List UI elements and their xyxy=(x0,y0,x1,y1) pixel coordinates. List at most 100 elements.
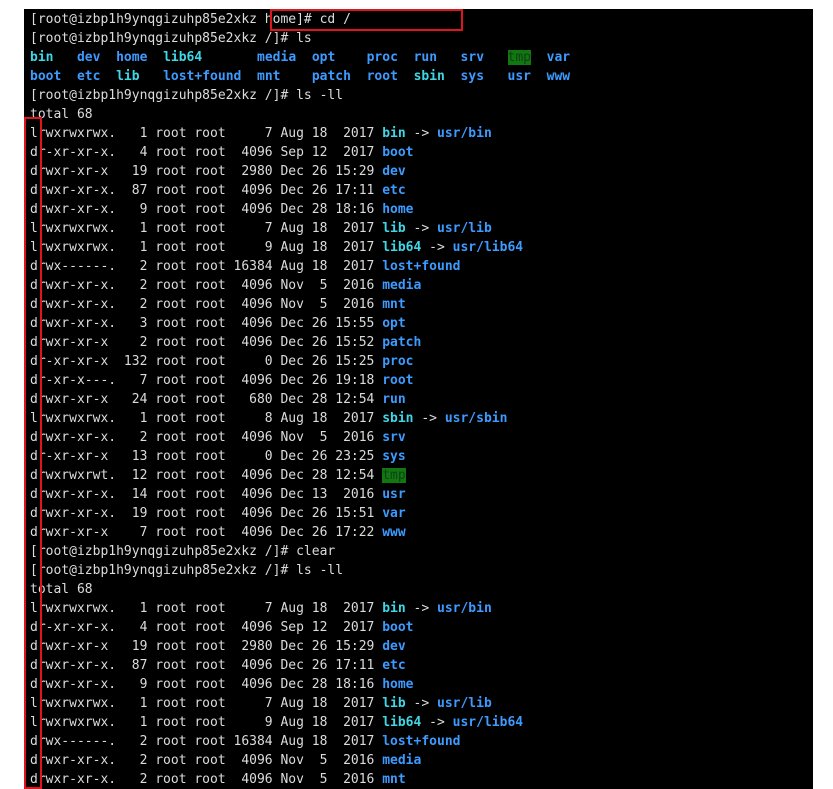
line-text xyxy=(531,69,547,84)
symlink-name: lib64 xyxy=(382,240,422,255)
line-text: drwxr-xr-x. 9 root root 4096 Dec 28 18:1… xyxy=(30,202,383,217)
terminal-line: total 68 xyxy=(30,580,570,599)
directory-name: usr xyxy=(507,69,531,84)
line-text: -> xyxy=(421,715,453,730)
annotation-box-prompt xyxy=(270,9,463,31)
terminal-line: drwxr-xr-x. 19 root root 4096 Dec 26 15:… xyxy=(30,504,570,523)
symlink-name: lib xyxy=(116,69,140,84)
line-text: drwxr-xr-x. 2 root root 4096 Nov 5 2016 xyxy=(30,297,383,312)
terminal-line: dr-xr-x---. 7 root root 4096 Dec 26 19:1… xyxy=(30,371,570,390)
line-text: dr-xr-xr-x. 4 root root 4096 Sep 12 2017 xyxy=(30,620,383,635)
terminal-line: drwxr-xr-x. 2 root root 4096 Nov 5 2016 … xyxy=(30,428,570,447)
line-text: -> xyxy=(405,696,437,711)
terminal-line: drwxr-xr-x. 3 root root 4096 Dec 26 15:5… xyxy=(30,314,570,333)
directory-name: usr/lib xyxy=(437,221,492,236)
line-text: lrwxrwxrwx. 1 root root 7 Aug 18 2017 xyxy=(30,126,383,141)
directory-name: run xyxy=(382,392,406,407)
terminal-line: drwxr-xr-x. 87 root root 4096 Dec 26 17:… xyxy=(30,181,570,200)
terminal-line: dr-xr-xr-x. 4 root root 4096 Sep 12 2017… xyxy=(30,143,570,162)
terminal-line: dr-xr-xr-x 13 root root 0 Dec 26 23:25 s… xyxy=(30,447,570,466)
line-text xyxy=(147,50,163,65)
directory-name: usr/lib64 xyxy=(452,715,524,730)
line-text: [root@izbp1h9ynqgizuhp85e2xkz /]# ls xyxy=(30,31,312,46)
terminal-line: [root@izbp1h9ynqgizuhp85e2xkz /]# ls -ll xyxy=(30,86,570,105)
symlink-name: lib xyxy=(382,696,406,711)
line-text: lrwxrwxrwx. 1 root root 9 Aug 18 2017 xyxy=(30,715,383,730)
directory-name: mnt xyxy=(257,69,281,84)
directory-name: proc xyxy=(382,354,414,369)
terminal-line: drwxrwxrwt. 12 root root 4096 Dec 28 12:… xyxy=(30,466,570,485)
line-text xyxy=(53,50,76,65)
symlink-name: bin xyxy=(30,50,54,65)
directory-name: usr/lib xyxy=(437,696,492,711)
directory-name: home xyxy=(382,677,414,692)
line-text: dr-xr-x---. 7 root root 4096 Dec 26 19:1… xyxy=(30,373,383,388)
line-text: lrwxrwxrwx. 1 root root 9 Aug 18 2017 xyxy=(30,240,383,255)
terminal-line: drwxr-xr-x 19 root root 2980 Dec 26 15:2… xyxy=(30,162,570,181)
line-text: lrwxrwxrwx. 1 root root 8 Aug 18 2017 xyxy=(30,411,383,426)
line-text: -> xyxy=(405,601,437,616)
line-text: drwxr-xr-x 2 root root 4096 Dec 26 15:52 xyxy=(30,335,383,350)
line-text: drwxr-xr-x. 2 root root 4096 Nov 5 2016 xyxy=(30,278,383,293)
directory-name: www xyxy=(382,525,406,540)
symlink-name: lib64 xyxy=(382,715,422,730)
annotation-box-permissions xyxy=(24,117,42,789)
directory-name: usr/sbin xyxy=(444,411,508,426)
directory-name: srv xyxy=(382,430,406,445)
line-text xyxy=(484,50,507,65)
line-text: drwxr-xr-x. 2 root root 4096 Nov 5 2016 xyxy=(30,753,383,768)
sticky-directory-name: tmp xyxy=(507,50,531,65)
directory-name: patch xyxy=(382,335,422,350)
line-text xyxy=(398,50,414,65)
terminal-line: total 68 xyxy=(30,105,570,124)
line-text xyxy=(437,50,460,65)
line-text: -> xyxy=(413,411,445,426)
terminal-line: lrwxrwxrwx. 1 root root 8 Aug 18 2017 sb… xyxy=(30,409,570,428)
directory-name: boot xyxy=(382,145,414,160)
directory-name: lost+found xyxy=(382,734,461,749)
line-text: drwxr-xr-x 19 root root 2980 Dec 26 15:2… xyxy=(30,639,383,654)
line-text: drwx------. 2 root root 16384 Aug 18 201… xyxy=(30,259,383,274)
directory-name: media xyxy=(257,50,297,65)
line-text: drwxr-xr-x. 14 root root 4096 Dec 13 201… xyxy=(30,487,383,502)
directory-name: usr/lib64 xyxy=(452,240,524,255)
terminal-line: boot etc lib lost+found mnt patch root s… xyxy=(30,67,570,86)
directory-name: root xyxy=(366,69,398,84)
directory-name: mnt xyxy=(382,772,406,787)
symlink-name: lib64 xyxy=(163,50,203,65)
directory-name: www xyxy=(546,69,571,84)
directory-name: var xyxy=(382,506,406,521)
symlink-name: lib xyxy=(382,221,406,236)
line-text xyxy=(100,50,116,65)
terminal-window[interactable]: [root@izbp1h9ynqgizuhp85e2xkz home]# cd … xyxy=(24,9,813,789)
line-text: drwxr-xr-x. 19 root root 4096 Dec 26 15:… xyxy=(30,506,383,521)
terminal-line: drwxr-xr-x. 9 root root 4096 Dec 28 18:1… xyxy=(30,200,570,219)
directory-name: lost+found xyxy=(382,259,461,274)
line-text xyxy=(202,50,257,65)
directory-name: usr/bin xyxy=(437,126,492,141)
line-text: dr-xr-xr-x. 4 root root 4096 Sep 12 2017 xyxy=(30,145,383,160)
directory-name: root xyxy=(382,373,414,388)
terminal-line: drwxr-xr-x. 2 root root 4096 Nov 5 2016 … xyxy=(30,276,570,295)
terminal-line: drwxr-xr-x. 2 root root 4096 Nov 5 2016 … xyxy=(30,770,570,789)
directory-name: var xyxy=(546,50,571,65)
line-text: -> xyxy=(421,240,453,255)
terminal-line: bin dev home lib64 media opt proc run sr… xyxy=(30,48,570,67)
sticky-directory-name: tmp xyxy=(382,468,406,483)
terminal-line: lrwxrwxrwx. 1 root root 9 Aug 18 2017 li… xyxy=(30,713,570,732)
directory-name: run xyxy=(413,50,438,65)
directory-name: patch xyxy=(311,69,351,84)
line-text: drwxrwxrwt. 12 root root 4096 Dec 28 12:… xyxy=(30,468,383,483)
terminal-line: lrwxrwxrwx. 1 root root 9 Aug 18 2017 li… xyxy=(30,238,570,257)
terminal-line: lrwxrwxrwx. 1 root root 7 Aug 18 2017 li… xyxy=(30,219,570,238)
line-text: drwxr-xr-x 24 root root 680 Dec 28 12:54 xyxy=(30,392,383,407)
line-text xyxy=(61,69,77,84)
directory-name: media xyxy=(382,753,422,768)
terminal-line: drwx------. 2 root root 16384 Aug 18 201… xyxy=(30,257,570,276)
directory-name: boot xyxy=(30,69,62,84)
line-text: [root@izbp1h9ynqgizuhp85e2xkz /]# ls -ll xyxy=(30,88,344,103)
line-text: lrwxrwxrwx. 1 root root 7 Aug 18 2017 xyxy=(30,696,383,711)
symlink-name: bin xyxy=(382,601,406,616)
directory-name: home xyxy=(382,202,414,217)
directory-name: mnt xyxy=(382,297,406,312)
